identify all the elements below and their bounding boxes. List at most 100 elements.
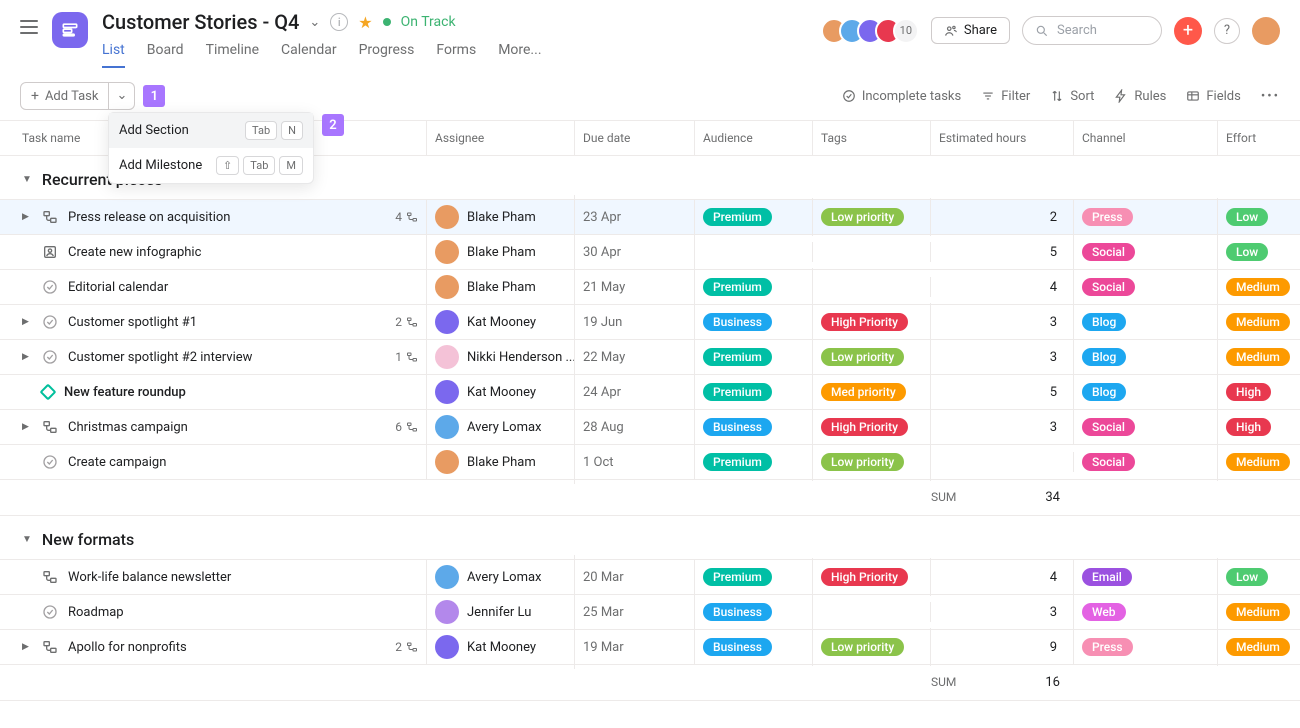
audience-cell[interactable]: Business (695, 303, 813, 341)
tag-pill[interactable]: Premium (703, 348, 772, 366)
task-row[interactable]: Create campaignBlake Pham1 OctPremiumLow… (0, 445, 1300, 480)
tab-timeline[interactable]: Timeline (206, 42, 259, 68)
audience-cell[interactable]: Premium (695, 373, 813, 411)
tag-pill[interactable]: Low (1226, 243, 1268, 261)
tag-pill[interactable]: Premium (703, 453, 772, 471)
channel-cell[interactable]: Email (1074, 558, 1218, 596)
effort-cell[interactable]: Medium (1218, 338, 1300, 376)
tag-pill[interactable]: Medium (1226, 453, 1290, 471)
tag-pill[interactable]: High (1226, 418, 1271, 436)
row-expand-icon[interactable]: ▶ (22, 352, 32, 362)
audience-cell[interactable]: Premium (695, 198, 813, 236)
tag-pill[interactable]: Low priority (821, 348, 904, 366)
more-actions-button[interactable]: ••• (1261, 89, 1280, 104)
due-date-cell[interactable]: 30 Apr (575, 235, 695, 270)
task-row[interactable]: ▶Apollo for nonprofits2 Kat Mooney19 Mar… (0, 630, 1300, 665)
tag-pill[interactable]: Blog (1082, 313, 1126, 331)
col-hours[interactable]: Estimated hours (931, 121, 1074, 155)
effort-cell[interactable]: Low (1218, 558, 1300, 596)
tags-cell[interactable]: High Priority (813, 558, 931, 596)
filter-button[interactable]: Filter (981, 89, 1030, 104)
hours-cell[interactable]: 5 (931, 375, 1074, 410)
tags-cell[interactable]: High Priority (813, 408, 931, 446)
effort-cell[interactable]: Medium (1218, 268, 1300, 306)
effort-cell[interactable]: Low (1218, 233, 1300, 271)
tag-pill[interactable]: Low priority (821, 638, 904, 656)
tag-pill[interactable]: Social (1082, 278, 1135, 296)
dropdown-add-milestone[interactable]: Add Milestone ⇧ Tab M (109, 148, 313, 183)
audience-cell[interactable]: Business (695, 593, 813, 631)
section-collapse-icon[interactable]: ▼ (22, 534, 32, 545)
tag-pill[interactable]: Low (1226, 568, 1268, 586)
due-date-cell[interactable]: 24 Apr (575, 375, 695, 410)
tags-cell[interactable] (813, 602, 931, 622)
tag-pill[interactable]: Web (1082, 603, 1126, 621)
col-audience[interactable]: Audience (695, 121, 813, 155)
tag-pill[interactable]: High Priority (821, 418, 908, 436)
channel-cell[interactable]: Social (1074, 268, 1218, 306)
task-name[interactable]: Create new infographic (68, 245, 418, 260)
task-name[interactable]: New feature roundup (64, 385, 418, 400)
hours-cell[interactable]: 5 (931, 235, 1074, 270)
assignee-cell[interactable]: Blake Pham (427, 440, 575, 484)
tag-pill[interactable]: High (1226, 383, 1271, 401)
hours-cell[interactable]: 3 (931, 340, 1074, 375)
col-due[interactable]: Due date (575, 121, 695, 155)
col-channel[interactable]: Channel (1074, 121, 1218, 155)
hours-cell[interactable]: 4 (931, 270, 1074, 305)
effort-cell[interactable]: Low (1218, 198, 1300, 236)
task-row[interactable]: ▶Customer spotlight #2 interview1 Nikki … (0, 340, 1300, 375)
section-collapse-icon[interactable]: ▼ (22, 174, 32, 185)
hours-cell[interactable]: 9 (931, 630, 1074, 665)
tag-pill[interactable]: Medium (1226, 638, 1290, 656)
fields-button[interactable]: Fields (1186, 89, 1240, 104)
tags-cell[interactable]: Low priority (813, 443, 931, 481)
hours-cell[interactable]: 3 (931, 595, 1074, 630)
tag-pill[interactable]: Press (1082, 208, 1133, 226)
profile-avatar[interactable] (1252, 17, 1280, 45)
tags-cell[interactable]: High Priority (813, 303, 931, 341)
row-expand-icon[interactable]: ▶ (22, 422, 32, 432)
tags-cell[interactable]: Low priority (813, 198, 931, 236)
status-text[interactable]: On Track (401, 14, 456, 30)
task-name[interactable]: Roadmap (68, 605, 418, 620)
add-task-button[interactable]: + Add Task (20, 82, 109, 110)
tag-pill[interactable]: Medium (1226, 348, 1290, 366)
tag-pill[interactable]: Medium (1226, 603, 1290, 621)
hours-cell[interactable] (931, 452, 1074, 472)
project-title[interactable]: Customer Stories - Q4 (102, 10, 299, 34)
audience-cell[interactable]: Premium (695, 338, 813, 376)
tag-pill[interactable]: Medium (1226, 278, 1290, 296)
row-expand-icon[interactable]: ▶ (22, 212, 32, 222)
audience-cell[interactable] (695, 242, 813, 262)
tags-cell[interactable]: Low priority (813, 338, 931, 376)
audience-cell[interactable]: Premium (695, 558, 813, 596)
due-date-cell[interactable]: 19 Mar (575, 630, 695, 665)
tags-cell[interactable]: Med priority (813, 373, 931, 411)
effort-cell[interactable]: High (1218, 408, 1300, 446)
tab-more[interactable]: More... (498, 42, 541, 68)
channel-cell[interactable]: Blog (1074, 303, 1218, 341)
tag-pill[interactable]: Business (703, 638, 772, 656)
rules-button[interactable]: Rules (1114, 89, 1166, 104)
due-date-cell[interactable]: 1 Oct (575, 445, 695, 480)
tag-pill[interactable]: Premium (703, 383, 772, 401)
effort-cell[interactable]: Medium (1218, 303, 1300, 341)
tag-pill[interactable]: High Priority (821, 313, 908, 331)
col-effort[interactable]: Effort (1218, 121, 1300, 155)
task-row[interactable]: ▶Customer spotlight #12 Kat Mooney19 Jun… (0, 305, 1300, 340)
hours-cell[interactable]: 3 (931, 410, 1074, 445)
effort-cell[interactable]: Medium (1218, 628, 1300, 666)
task-row[interactable]: ▶Christmas campaign6 Avery Lomax28 AugBu… (0, 410, 1300, 445)
channel-cell[interactable]: Press (1074, 628, 1218, 666)
row-expand-icon[interactable]: ▶ (22, 317, 32, 327)
due-date-cell[interactable]: 21 May (575, 270, 695, 305)
channel-cell[interactable]: Social (1074, 233, 1218, 271)
tag-pill[interactable]: Medium (1226, 313, 1290, 331)
tab-list[interactable]: List (102, 42, 125, 68)
task-name[interactable]: Customer spotlight #1 (68, 315, 385, 330)
task-row[interactable]: ▶Press release on acquisition4 Blake Pha… (0, 200, 1300, 235)
task-row[interactable]: RoadmapJennifer Lu25 MarBusiness3WebMedi… (0, 595, 1300, 630)
tag-pill[interactable]: Low priority (821, 208, 904, 226)
share-button[interactable]: Share (931, 17, 1010, 44)
